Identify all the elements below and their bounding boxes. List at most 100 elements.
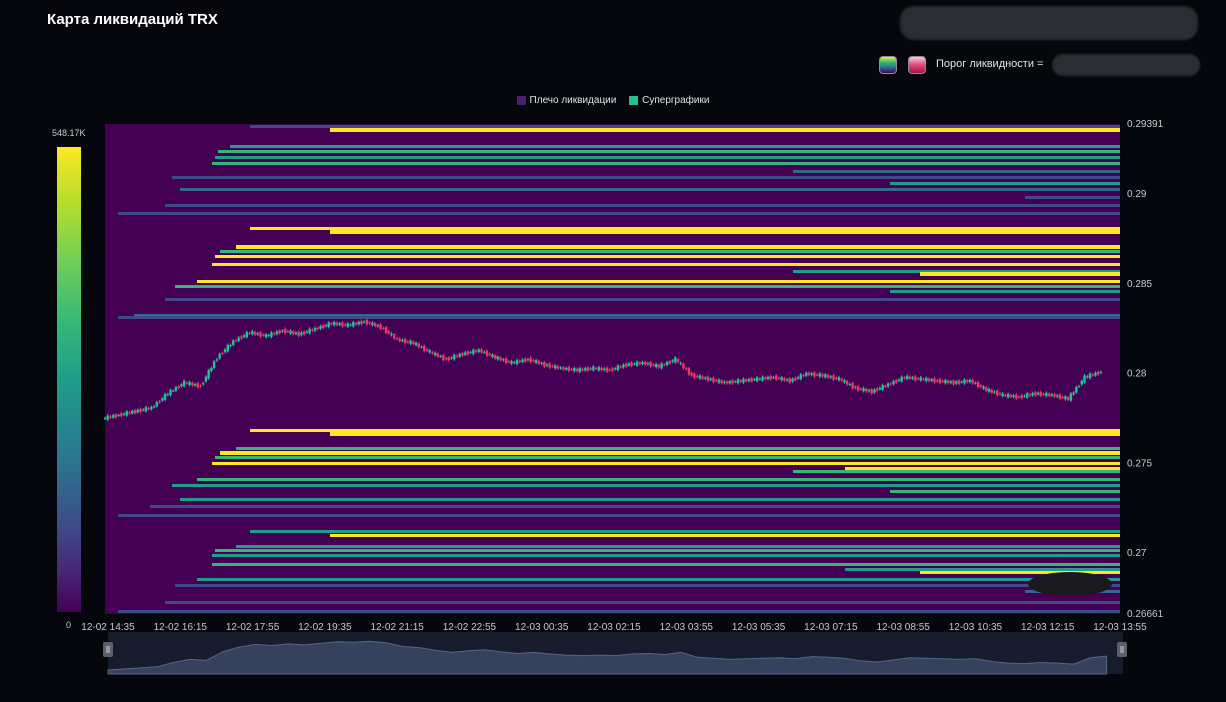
candle-body [982,386,985,389]
liquidation-band [172,484,1120,487]
candle-body [139,408,142,412]
candle-body [764,377,767,380]
candle-body [843,380,846,383]
candle-body [1023,395,1026,397]
x-tick-label: 12-03 08:55 [876,622,930,633]
candle-body [1094,372,1097,376]
candle-body [584,368,587,371]
candle-body [895,380,898,383]
candle-body [1026,393,1029,398]
candle-body [603,368,606,371]
candle-body [136,409,139,413]
candle-body [848,384,852,386]
liquidation-band [920,272,1120,276]
candle-body [725,381,729,384]
candle-body [251,331,254,335]
candle-body [540,362,543,364]
candle-body [191,382,194,386]
candle-body [955,381,958,384]
navigator-right-handle[interactable] [1117,642,1127,657]
candle-body [952,380,955,385]
candle-body [196,383,199,388]
candle-body [319,326,322,329]
liquidation-band [236,545,1120,548]
candle-body [633,363,636,365]
candle-body [453,354,456,360]
candle-body [439,356,442,358]
candle-body [755,377,759,382]
x-tick-label: 12-03 12:15 [1021,622,1075,633]
candle-body [865,388,868,392]
candle-body [1031,393,1034,396]
liquidation-heatmap-chart[interactable]: 0.29391 0.29 0.285 0.28 0.275 0.27 0.26661 12-… [0,0,1226,702]
candle-body [875,388,879,392]
candle-body [687,368,691,375]
candle-body [753,379,756,381]
candle-body [488,353,491,356]
candle-body [1009,394,1013,397]
candle-body [218,353,221,359]
liquidation-band [134,314,1120,316]
candle-body [1045,392,1048,397]
candle-body [215,359,219,361]
candle-body [144,407,148,412]
candle-body [554,365,557,369]
candle-body [709,378,712,380]
x-tick-label: 12-02 22:55 [443,622,497,633]
candle-body [611,368,614,371]
candle-body [1056,395,1059,397]
candle-body [938,379,942,383]
candle-body [483,351,486,353]
candle-body [461,353,464,356]
candle-body [1050,394,1053,396]
candle-body [575,368,579,371]
liquidation-band [180,498,1120,501]
candle-body [949,381,953,383]
candle-body [944,379,947,384]
candle-body [163,394,167,400]
navigator-left-handle[interactable] [103,642,113,657]
candle-body [169,389,172,396]
candle-body [117,414,120,416]
candle-body [335,322,339,325]
x-tick-label: 12-03 00:35 [515,622,569,633]
candle-body [734,381,737,383]
candle-body [161,398,164,401]
candle-body [379,324,382,329]
candle-body [368,322,371,324]
candle-body [796,377,800,379]
range-navigator [103,632,1127,675]
candle-body [302,331,306,335]
candle-body [472,349,475,354]
candle-body [502,359,505,361]
candle-body [150,406,153,410]
candle-body [567,367,571,371]
candle-body [769,376,772,380]
candle-body [914,376,917,381]
candle-body [338,323,341,325]
candle-body [881,385,884,390]
candle-body [674,357,677,363]
candle-body [245,332,249,338]
candle-body [744,379,748,382]
candle-body [1072,392,1075,395]
candle-body [395,338,399,340]
candle-body [668,361,671,364]
candle-body [597,367,601,371]
candle-body [311,329,314,331]
candle-body [646,363,650,365]
candle-body [545,364,549,366]
y-tick-label: 0.275 [1127,458,1152,469]
candle-body [679,362,682,364]
liquidation-band [118,212,1120,215]
candle-body [870,389,873,394]
candle-body [354,323,358,325]
liquidation-band [250,429,1120,432]
candle-body [262,334,265,336]
candle-body [775,375,778,380]
candle-body [436,353,440,357]
candle-body [851,383,854,389]
candle-body [878,388,882,390]
candle-body [523,358,527,362]
candle-body [393,334,396,339]
